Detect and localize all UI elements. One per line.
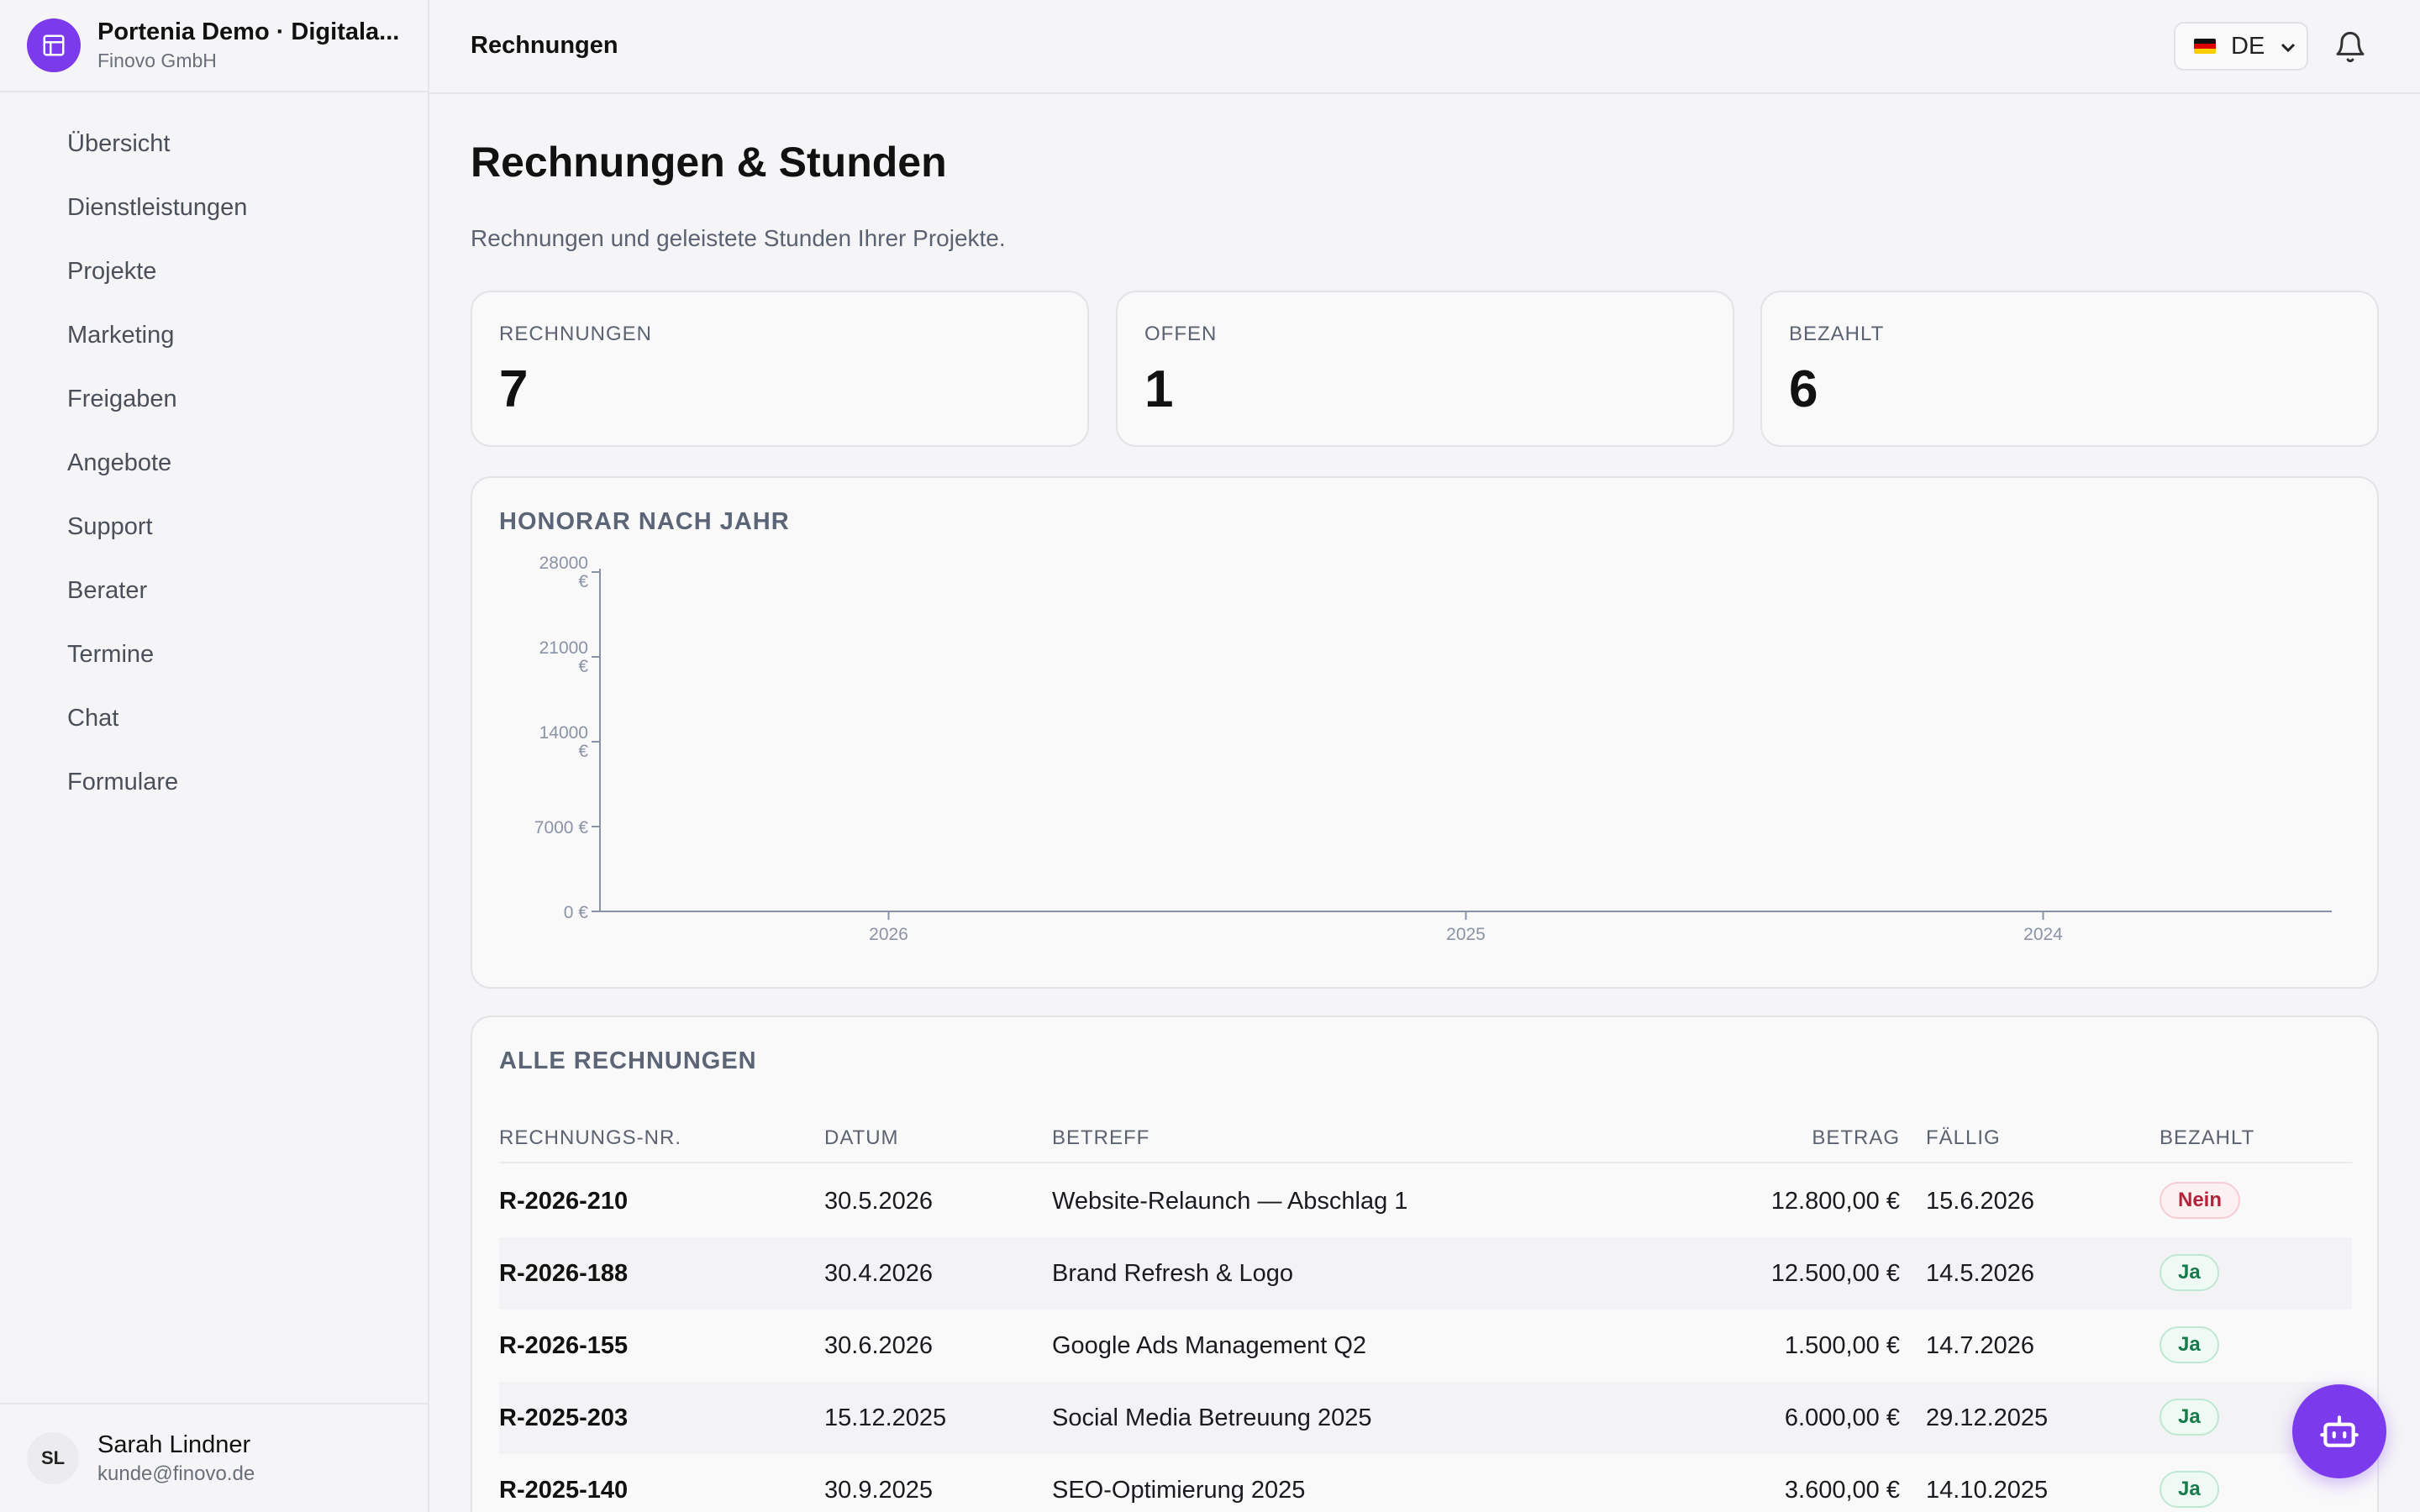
invoices-card: ALLE RECHNUNGEN RECHNUNGS-NR. DATUM BETR… [471, 1016, 2379, 1512]
stat-card-rechnungen: RECHNUNGEN 7 [471, 291, 1089, 447]
invoice-date: 30.5.2026 [824, 1188, 934, 1215]
sidebar-item-termine[interactable]: Termine [0, 622, 428, 686]
x-tick-label: 2024 [2023, 925, 2063, 944]
robot-icon [2320, 1415, 2359, 1447]
header-subject[interactable]: BETREFF [1052, 1126, 1150, 1150]
invoice-subject: Website-Relaunch — Abschlag 1 [1052, 1188, 1408, 1215]
brand-company: Finovo GmbH [97, 50, 217, 71]
chart-card: HONORAR NACH JAHR 0 €7000 €14000 €21000 €2… [471, 476, 2379, 989]
y-tick-label: 0 € [564, 903, 589, 922]
fee-by-year-chart: 0 € 7000 € 14000 € 21000 € 28000 € 2026 2025 2024 [534, 554, 2332, 944]
table-header: RECHNUNGS-NR. DATUM BETREFF BETRAG FÄLLI… [499, 1116, 2352, 1163]
header-date[interactable]: DATUM [824, 1126, 899, 1150]
sidebar-item-dienstleistungen[interactable]: Dienstleistungen [0, 176, 428, 239]
invoice-subject: SEO-Optimierung 2025 [1052, 1477, 1306, 1504]
invoice-number: R-2025-203 [499, 1404, 629, 1431]
stat-label: RECHNUNGEN [499, 323, 653, 345]
table-row[interactable]: R-2026-188 30.4.2026 Brand Refresh & Log… [499, 1237, 2352, 1310]
sidebar-item-chat[interactable]: Chat [0, 686, 428, 750]
header-amount[interactable]: BETRAG [1812, 1126, 1900, 1150]
sidebar-item-angebote[interactable]: Angebote [0, 431, 428, 495]
invoice-due: 14.10.2025 [1926, 1477, 2049, 1504]
invoice-number: R-2025-140 [499, 1477, 629, 1504]
table-row[interactable]: R-2026-155 30.6.2026 Google Ads Manageme… [499, 1310, 2352, 1382]
x-tick-label: 2026 [869, 925, 908, 944]
invoice-number: R-2026-188 [499, 1260, 629, 1287]
invoice-date: 30.4.2026 [824, 1260, 934, 1287]
sidebar-item-freigaben[interactable]: Freigaben [0, 367, 428, 431]
user-email: kunde@finovo.de [97, 1462, 255, 1485]
y-tick-label: 14000 € [539, 723, 589, 761]
invoice-due: 29.12.2025 [1926, 1404, 2049, 1431]
header-due[interactable]: FÄLLIG [1926, 1126, 2001, 1150]
brand-logo-icon [27, 18, 81, 72]
invoice-date: 15.12.2025 [824, 1404, 947, 1431]
main-content: Rechnungen & Stunden Rechnungen und gele… [429, 94, 2420, 1512]
stat-label: BEZAHLT [1789, 323, 1885, 345]
invoice-subject: Brand Refresh & Logo [1052, 1260, 1293, 1287]
paid-status-badge: Ja [2160, 1254, 2219, 1291]
german-flag-icon [2194, 39, 2216, 54]
stat-value: 7 [499, 360, 529, 418]
invoice-date: 30.9.2025 [824, 1477, 934, 1504]
invoice-amount: 3.600,00 € [1784, 1477, 1900, 1504]
sidebar-item-uebersicht[interactable]: Übersicht [0, 112, 428, 176]
table-row[interactable]: R-2025-140 30.9.2025 SEO-Optimierung 202… [499, 1454, 2352, 1512]
sidebar-nav: Übersicht Dienstleistungen Projekte Mark… [0, 112, 428, 814]
sidebar: Portenia Demo · Digitala... Finovo GmbH … [0, 0, 429, 1512]
x-tick-label: 2025 [1446, 925, 1486, 944]
y-tick-label: 7000 € [534, 818, 589, 837]
stat-card-bezahlt: BEZAHLT 6 [1760, 291, 2379, 447]
brand-title: Portenia Demo · Digitala... [97, 18, 400, 45]
assistant-bot-button[interactable] [2292, 1384, 2386, 1478]
invoice-amount: 6.000,00 € [1784, 1404, 1900, 1431]
y-tick-label: 28000 € [539, 554, 589, 591]
sidebar-item-projekte[interactable]: Projekte [0, 239, 428, 303]
invoices-title: ALLE RECHNUNGEN [499, 1047, 757, 1074]
paid-status-badge: Ja [2160, 1326, 2219, 1363]
invoice-subject: Google Ads Management Q2 [1052, 1332, 1367, 1359]
invoice-number: R-2026-210 [499, 1188, 629, 1215]
invoice-amount: 12.500,00 € [1770, 1260, 1900, 1287]
paid-status-badge: Ja [2160, 1399, 2219, 1436]
stat-label: OFFEN [1144, 323, 1218, 345]
avatar: SL [27, 1432, 79, 1484]
stat-card-offen: OFFEN 1 [1116, 291, 1734, 447]
chevron-down-icon [2280, 33, 2296, 60]
invoice-subject: Social Media Betreuung 2025 [1052, 1404, 1372, 1431]
brand-header[interactable]: Portenia Demo · Digitala... Finovo GmbH [0, 0, 428, 92]
header-nr[interactable]: RECHNUNGS-NR. [499, 1126, 681, 1150]
table-row[interactable]: R-2026-210 30.5.2026 Website-Relaunch — … [499, 1165, 2352, 1237]
page-title: Rechnungen & Stunden [471, 139, 947, 186]
invoice-due: 14.7.2026 [1926, 1332, 2035, 1359]
invoice-number: R-2026-155 [499, 1332, 629, 1359]
sidebar-item-marketing[interactable]: Marketing [0, 303, 428, 367]
topbar-title: Rechnungen [471, 32, 618, 59]
bell-icon[interactable] [2333, 30, 2367, 64]
header-paid[interactable]: BEZAHLT [2160, 1126, 2254, 1150]
paid-status-badge: Ja [2160, 1471, 2219, 1508]
user-name: Sarah Lindner [97, 1431, 251, 1458]
y-tick-label: 21000 € [539, 638, 589, 676]
sidebar-item-berater[interactable]: Berater [0, 559, 428, 622]
top-bar: Rechnungen DE [429, 0, 2420, 94]
language-value: DE [2231, 32, 2265, 60]
sidebar-item-formulare[interactable]: Formulare [0, 750, 428, 814]
page-subtitle: Rechnungen und geleistete Stunden Ihrer … [471, 225, 1006, 251]
invoice-amount: 12.800,00 € [1770, 1188, 1900, 1215]
invoice-due: 15.6.2026 [1926, 1188, 2035, 1215]
sidebar-item-support[interactable]: Support [0, 495, 428, 559]
paid-status-badge: Nein [2160, 1182, 2241, 1219]
language-select[interactable]: DE [2174, 22, 2308, 71]
invoice-amount: 1.500,00 € [1784, 1332, 1900, 1359]
table-row[interactable]: R-2025-203 15.12.2025 Social Media Betre… [499, 1382, 2352, 1454]
invoice-due: 14.5.2026 [1926, 1260, 2035, 1287]
user-profile[interactable]: SL Sarah Lindner kunde@finovo.de [0, 1403, 428, 1512]
stat-value: 6 [1789, 360, 1818, 418]
invoice-date: 30.6.2026 [824, 1332, 934, 1359]
stat-value: 1 [1144, 360, 1174, 418]
